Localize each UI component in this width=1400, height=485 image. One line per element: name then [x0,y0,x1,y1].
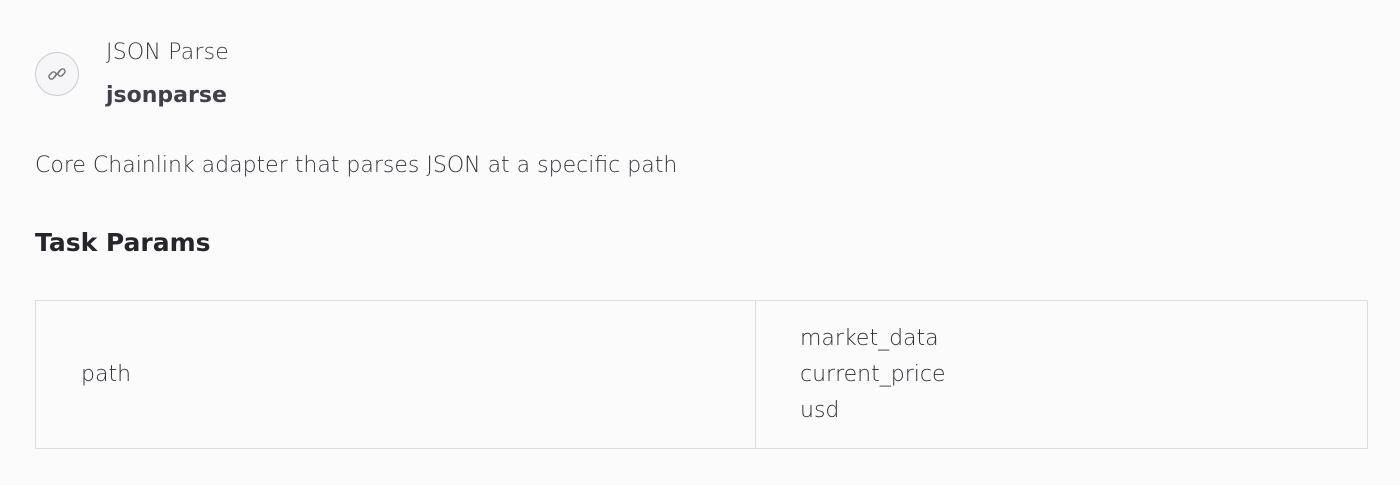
adapter-name: JSON Parse [106,40,230,65]
param-value-line: market_data [800,325,939,351]
task-params-heading: Task Params [35,228,211,257]
adapter-slug: jsonparse [106,83,227,108]
param-value-line: current_price [800,361,946,387]
param-value-cell: market_data current_price usd [756,301,1367,448]
param-key-cell: path [36,301,756,448]
adapter-titles: JSON Parse jsonparse [106,38,229,111]
task-params-table: path market_data current_price usd [35,300,1368,449]
param-value-line: usd [800,397,840,423]
adapter-header: JSON Parse jsonparse [35,38,229,111]
param-key: path [81,362,132,387]
adapter-description: Core Chainlink adapter that parses JSON … [35,153,678,178]
link-icon [35,52,79,96]
adapter-detail-page: JSON Parse jsonparse Core Chainlink adap… [0,0,1400,485]
